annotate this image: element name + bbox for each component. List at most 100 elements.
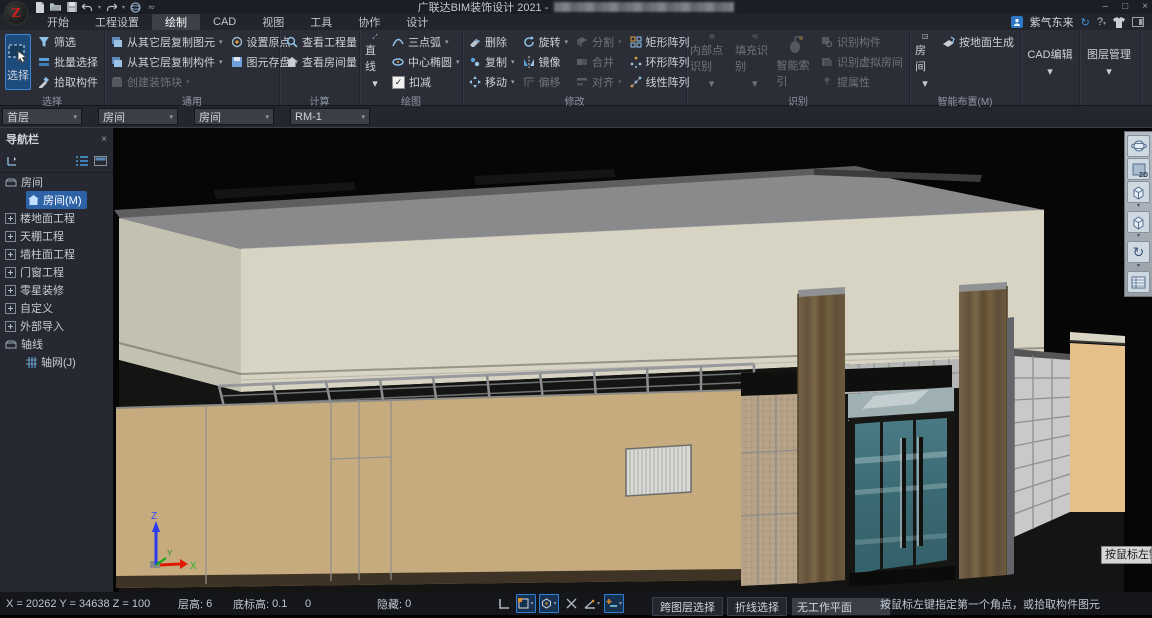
list-view-icon[interactable] [76, 156, 88, 166]
expand-plus-icon[interactable] [5, 231, 16, 242]
type-select[interactable]: 房间▾ [194, 108, 274, 125]
glass-entrance-doors[interactable] [849, 412, 955, 587]
tracking-toggle[interactable]: ▾ [604, 594, 624, 613]
deduction-checkbox[interactable]: ✓扣减 [390, 73, 462, 91]
customize-toolbar-icon[interactable]: ≂ [146, 2, 157, 13]
tab-collaborate[interactable]: 协作 [345, 14, 393, 30]
undo-dropdown-icon[interactable]: ▾ [98, 4, 101, 11]
tab-tools[interactable]: 工具 [297, 14, 345, 30]
view-mode-cube-toggle[interactable]: ▾ [539, 594, 559, 613]
nav-item-door-window-works[interactable]: 门窗工程 [0, 263, 113, 281]
delete-button[interactable]: 删除 [467, 33, 517, 51]
filter-select-button[interactable]: 筛选 [36, 33, 100, 51]
tab-design[interactable]: 设计 [393, 14, 441, 30]
rotate-view-dropdown-icon[interactable]: ▾ [1137, 264, 1140, 270]
polar-array-button[interactable]: 环形阵列 [628, 53, 692, 71]
offset-button[interactable]: 偏移 [521, 73, 571, 91]
nav-item-floor-works[interactable]: 楼地面工程 [0, 209, 113, 227]
new-axis-icon[interactable] [6, 155, 18, 167]
save-icon[interactable] [66, 2, 77, 13]
app-logo[interactable]: Z [4, 1, 28, 25]
element-name-select[interactable]: RM-1▾ [290, 108, 370, 125]
inner-point-recognize-button[interactable]: 内部点识别▾ [690, 34, 733, 90]
orbit-view-button[interactable] [1127, 135, 1150, 157]
polyline-select-button[interactable]: 折线选择 [727, 597, 787, 616]
nav-item-custom[interactable]: 自定义 [0, 299, 113, 317]
recognize-component-button[interactable]: 识别构件 [819, 33, 905, 51]
rect-array-button[interactable]: 矩形阵列 [628, 33, 692, 51]
tab-view[interactable]: 视图 [249, 14, 297, 30]
expand-plus-icon[interactable] [5, 213, 16, 224]
three-point-arc-button[interactable]: 三点弧▾ [390, 33, 462, 51]
create-decor-block-button[interactable]: 创建装饰块▾ [109, 73, 225, 91]
view-quantities-button[interactable]: 查看工程量 [284, 33, 359, 51]
minimize-button[interactable]: – [1103, 0, 1109, 14]
nav-item-external-import[interactable]: 外部导入 [0, 317, 113, 335]
nav-item-room-category[interactable]: 房间 [0, 173, 113, 191]
user-avatar[interactable] [1011, 16, 1023, 28]
workspace-panel-icon[interactable] [1132, 17, 1144, 28]
close-button[interactable]: × [1142, 0, 1148, 14]
mirror-button[interactable]: 镜像 [521, 53, 571, 71]
workplane-select[interactable]: 无工作平面▾ [791, 597, 891, 616]
model-viewport[interactable]: Z X Y 2D ▾ ▾ ↻ ▾ 按鼠标左键指定第一个角点，或拾取构件图元 [114, 128, 1152, 592]
cad-edit-button[interactable]: CAD编辑▾ [1024, 34, 1076, 90]
batch-select-button[interactable]: 批量选择 [36, 53, 100, 71]
redo-dropdown-icon[interactable]: ▾ [122, 4, 125, 11]
view-2d-button[interactable]: 2D [1127, 158, 1150, 180]
undo-icon[interactable] [82, 2, 93, 13]
split-button[interactable]: 分割▾ [574, 33, 624, 51]
card-view-icon[interactable] [94, 156, 107, 166]
fill-recognize-button[interactable]: 填充识别▾ [735, 34, 774, 90]
view-cube-dropdown-icon[interactable]: ▾ [1137, 204, 1140, 210]
select-tool-button[interactable]: 选择 [5, 34, 31, 90]
cross-icon[interactable] [562, 595, 580, 612]
extract-properties-button[interactable]: 提属性 [819, 73, 905, 91]
view-room-quantities-button[interactable]: 查看房间量 [284, 53, 359, 71]
smart-index-button[interactable]: 智能索引 [777, 34, 816, 90]
tab-draw[interactable]: 绘制 [152, 14, 200, 30]
cross-layer-select-button[interactable]: 跨图层选择 [652, 597, 723, 616]
navigator-close-icon[interactable]: × [101, 134, 107, 145]
nav-item-room-m[interactable]: 房间(M) [0, 191, 113, 209]
expand-plus-icon[interactable] [5, 321, 16, 332]
expand-plus-icon[interactable] [5, 303, 16, 314]
selection-box-toggle[interactable]: ▾ [516, 594, 536, 613]
copy-elements-from-layer-button[interactable]: 从其它层复制图元▾ [109, 33, 225, 51]
cloud-sync-icon[interactable] [130, 2, 141, 13]
angle-snap-icon[interactable]: ▾ [583, 595, 601, 612]
expand-plus-icon[interactable] [5, 249, 16, 260]
redo-icon[interactable] [106, 2, 117, 13]
maximize-button[interactable]: □ [1122, 0, 1128, 14]
nav-item-axis-grid[interactable]: 轴网(J) [0, 353, 113, 371]
username-label[interactable]: 紫气东来 [1030, 14, 1074, 30]
layer-manage-button[interactable]: 图层管理▾ [1083, 34, 1135, 90]
nav-item-axis-category[interactable]: 轴线 [0, 335, 113, 353]
help-button[interactable]: ?▾ [1097, 16, 1106, 28]
room-tool-button[interactable]: 房间▾ [915, 34, 935, 90]
theme-skin-icon[interactable] [1113, 17, 1125, 28]
recognize-virtual-room-button[interactable]: 识别虚拟房间 [819, 53, 905, 71]
category-select[interactable]: 房间▾ [98, 108, 178, 125]
align-button[interactable]: 对齐▾ [574, 73, 624, 91]
nav-item-ceiling-works[interactable]: 天棚工程 [0, 227, 113, 245]
line-tool-button[interactable]: 直线▾ [365, 34, 385, 90]
new-file-icon[interactable] [34, 2, 45, 13]
model-3d-view[interactable]: Z X Y [114, 128, 1152, 595]
move-button[interactable]: 移动▾ [467, 73, 517, 91]
ucs-axes-icon[interactable] [495, 595, 513, 612]
tab-start[interactable]: 开始 [34, 14, 82, 30]
view-cube-button[interactable] [1127, 181, 1150, 203]
center-ellipse-button[interactable]: 中心椭圆▾ [390, 53, 462, 71]
building-model[interactable] [114, 166, 1125, 595]
open-folder-icon[interactable] [50, 2, 61, 13]
pick-element-button[interactable]: 拾取构件 [36, 73, 100, 91]
view-cube-alt-dropdown-icon[interactable]: ▾ [1137, 234, 1140, 240]
sync-icon[interactable]: ↻ [1081, 16, 1090, 29]
generate-by-floor-button[interactable]: 按地面生成 [940, 33, 1016, 51]
floor-select[interactable]: 首层▾ [2, 108, 82, 125]
copy-button[interactable]: 复制▾ [467, 53, 517, 71]
copy-components-from-layer-button[interactable]: 从其它层复制构件▾ [109, 53, 225, 71]
tab-cad[interactable]: CAD [200, 14, 249, 30]
merge-button[interactable]: 合并 [574, 53, 624, 71]
